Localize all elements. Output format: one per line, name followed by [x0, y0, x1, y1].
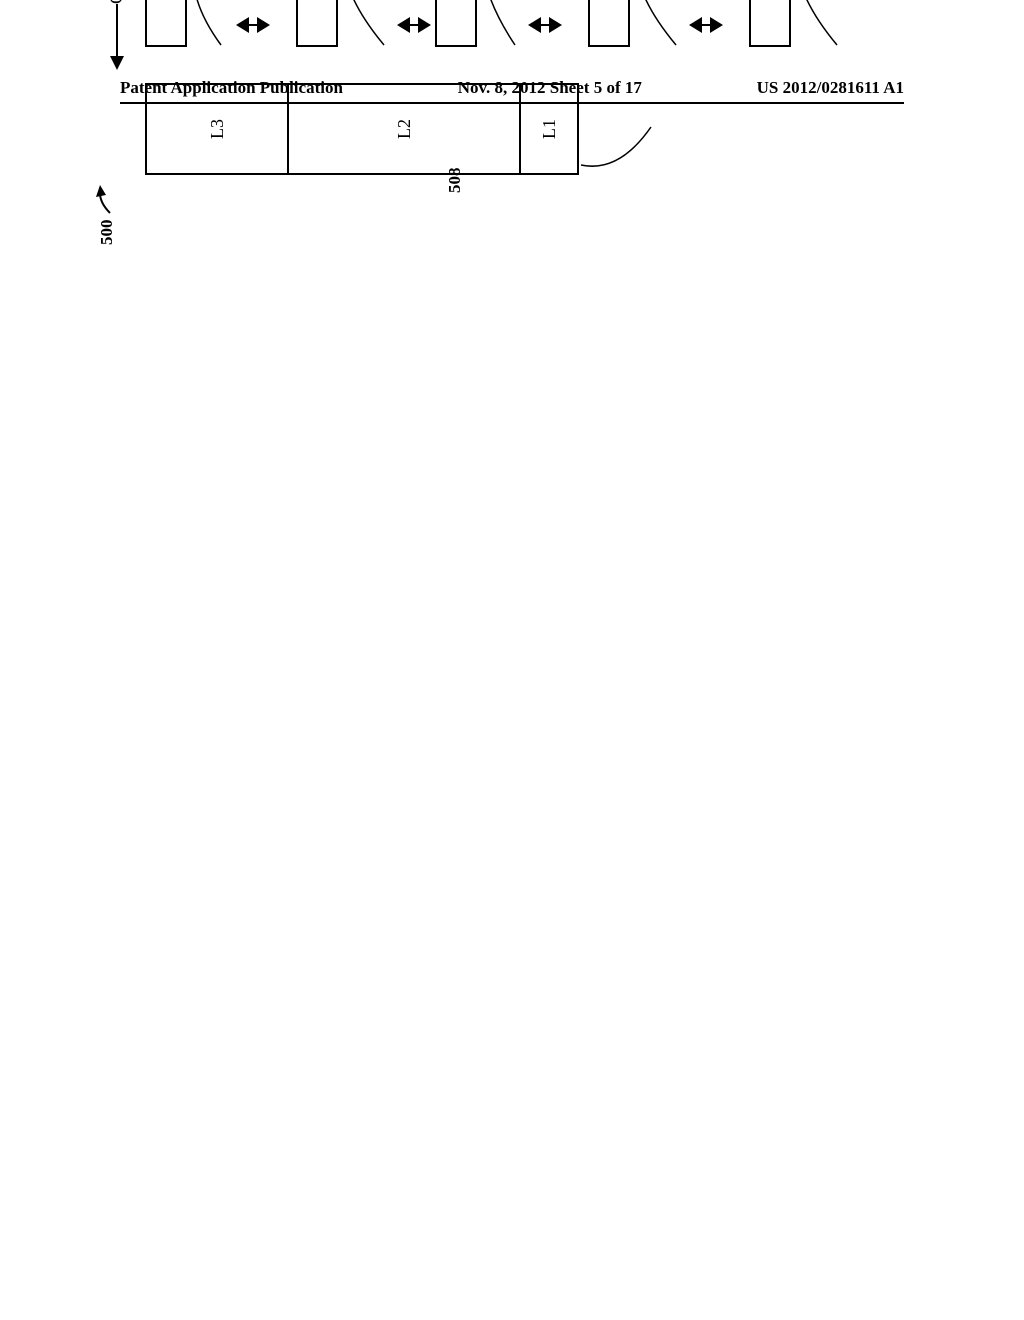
leader-516: [191, 0, 231, 47]
layer-column-wrap: L3 L2 L1 508: [145, 83, 850, 175]
rrc-wrap: RRC 516: [145, 0, 236, 47]
control-plane-arrow: [110, 4, 124, 70]
arrow-pdcp-rlc: [397, 17, 431, 33]
plane-arrows-row: Control-plane User-plane: [106, 0, 127, 175]
ref-508: 508: [445, 168, 465, 194]
layer-l3: L3: [147, 85, 289, 173]
arrow-mac-phy: [689, 17, 723, 33]
box-pdcp: PDCP: [296, 0, 338, 47]
pdcp-wrap: PDCP 514: [296, 0, 397, 47]
diagram-body: L3 L2 L1 508 RRC 516 Radio Bearers PDCP: [145, 0, 850, 175]
leader-512: [481, 0, 523, 47]
box-rlc: RLC: [435, 0, 477, 47]
box-mac: MAC: [588, 0, 630, 47]
ref-500: 500: [97, 220, 116, 246]
leader-514: [342, 0, 392, 47]
figure-5-diagram: Control-plane User-plane L3 L2 L1 508: [106, 0, 806, 175]
layer-column: L3 L2 L1: [145, 83, 579, 175]
leader-506: [795, 0, 845, 47]
label-logical-channels: Logical Channels: [566, 0, 584, 47]
mac-wrap: MAC 510: [588, 0, 689, 47]
curve-arrow-500: [96, 185, 116, 215]
figure-number-500: 500: [96, 185, 117, 245]
box-physical-layer: Physical Layer: [749, 0, 791, 47]
box-rrc: RRC: [145, 0, 187, 47]
layer-l1: L1: [521, 85, 577, 173]
arrow-rlc-mac: [528, 17, 562, 33]
leader-510: [634, 0, 684, 47]
protocol-stack: RRC 516 Radio Bearers PDCP 514 RLC: [145, 0, 850, 47]
layer-l2: L2: [289, 85, 521, 173]
label-transport-channels: Transport Channels: [727, 0, 745, 47]
leader-508: [579, 115, 659, 175]
rlc-wrap: RLC 512: [435, 0, 528, 47]
label-radio-bearers: Radio Bearers: [274, 0, 292, 47]
arrow-rrc-pdcp: [236, 17, 270, 33]
phy-wrap: Physical Layer 506: [749, 0, 850, 47]
control-plane-label: Control-plane: [106, 0, 127, 4]
